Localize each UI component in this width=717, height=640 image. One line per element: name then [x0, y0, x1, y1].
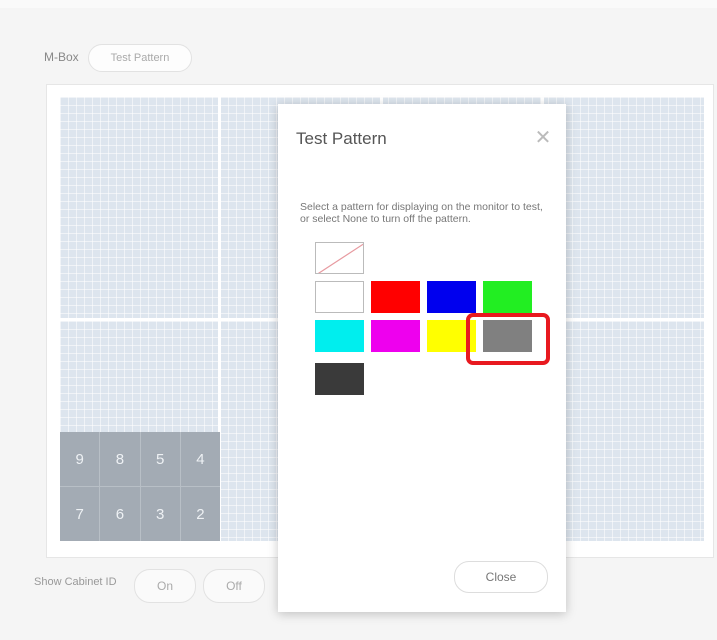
cabinet-cell[interactable]: 7 [60, 487, 100, 541]
cabinet-id-on-button[interactable]: On [134, 569, 196, 603]
cabinet-grid: 9 8 5 4 7 6 3 2 [60, 432, 220, 541]
selected-pattern-highlight [466, 313, 550, 365]
dialog-description: Select a pattern for displaying on the m… [300, 201, 543, 225]
pattern-cyan[interactable] [315, 320, 364, 352]
pattern-green[interactable] [483, 281, 532, 313]
close-icon[interactable]: ✕ [533, 128, 553, 148]
breadcrumb-current[interactable]: Test Pattern [88, 44, 192, 72]
pattern-white[interactable] [315, 281, 364, 313]
slash-icon [317, 243, 363, 273]
cabinet-cell[interactable]: 6 [100, 487, 140, 541]
cabinet-cell[interactable]: 3 [140, 487, 180, 541]
close-button[interactable]: Close [454, 561, 548, 593]
cabinet-cell[interactable]: 4 [180, 432, 220, 486]
dialog-title: Test Pattern [296, 129, 387, 148]
pattern-none[interactable] [315, 242, 364, 274]
pattern-blue[interactable] [427, 281, 476, 313]
pattern-red[interactable] [371, 281, 420, 313]
cabinet-cell[interactable]: 8 [100, 432, 140, 486]
show-cabinet-id-label: Show Cabinet ID [34, 576, 117, 588]
top-bar [0, 0, 717, 8]
cabinet-id-off-button[interactable]: Off [203, 569, 265, 603]
pattern-magenta[interactable] [371, 320, 420, 352]
cabinet-cell[interactable]: 5 [140, 432, 180, 486]
pattern-dark-gray[interactable] [315, 363, 364, 395]
cabinet-cell[interactable]: 2 [180, 487, 220, 541]
breadcrumb-root[interactable]: M-Box [44, 50, 79, 64]
cabinet-cell[interactable]: 9 [60, 432, 100, 486]
